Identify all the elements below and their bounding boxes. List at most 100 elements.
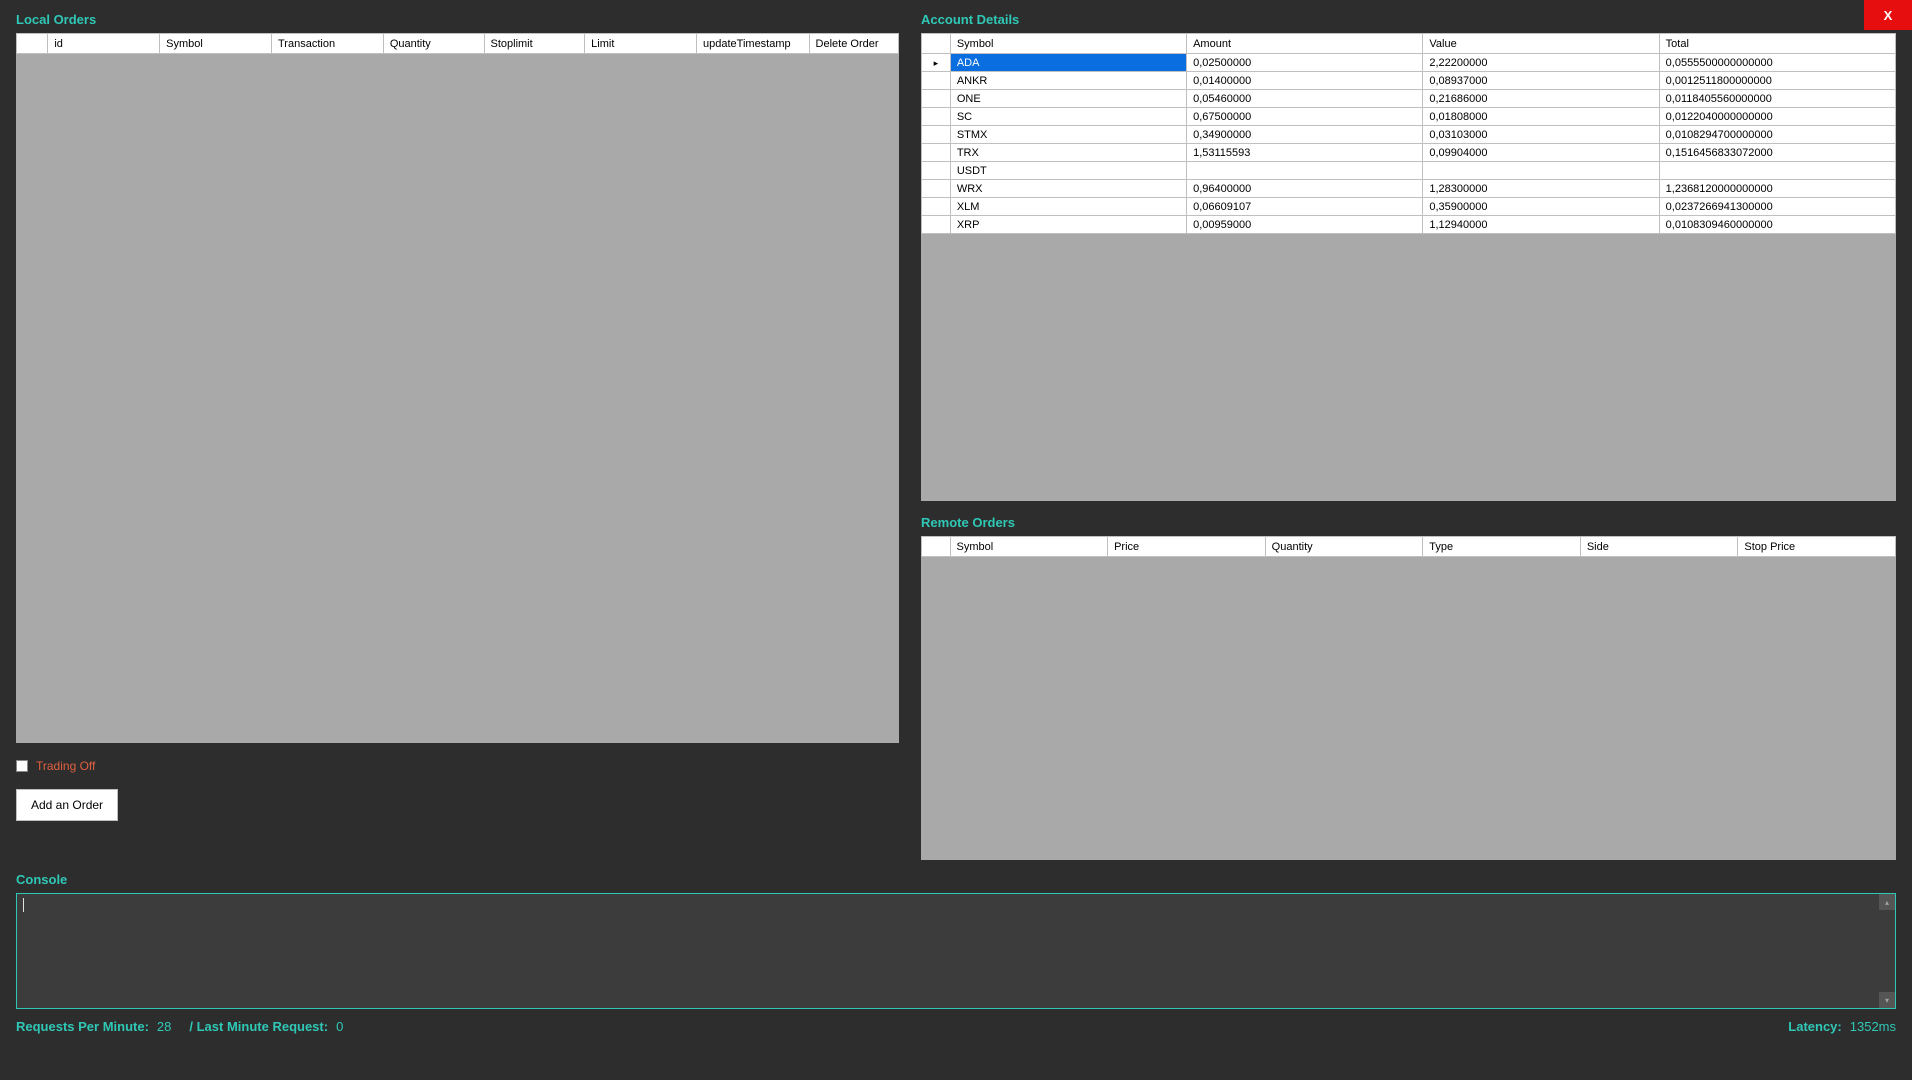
cell-amount[interactable] [1187,162,1423,180]
cell-value[interactable]: 2,22200000 [1423,54,1659,72]
cell-total[interactable]: 0,0237266941300000 [1659,198,1895,216]
row-selector[interactable] [922,162,951,180]
cell-total[interactable]: 0,0108309460000000 [1659,216,1895,234]
cell-total[interactable]: 0,0108294700000000 [1659,126,1895,144]
col-transaction[interactable]: Transaction [272,34,384,54]
table-row[interactable]: XLM0,066091070,359000000,023726694130000… [922,198,1896,216]
cell-total[interactable]: 0,0555500000000000 [1659,54,1895,72]
row-selector[interactable] [922,72,951,90]
trading-toggle-label: Trading Off [36,759,95,773]
cell-total[interactable] [1659,162,1895,180]
remote-orders-grid[interactable]: Symbol Price Quantity Type Side Stop Pri… [921,536,1896,860]
cell-symbol[interactable]: STMX [950,126,1186,144]
remote-orders-title: Remote Orders [921,515,1896,530]
account-details-grid[interactable]: Symbol Amount Value Total ▸ ADA0,02500000… [921,33,1896,501]
col-id[interactable]: id [48,34,160,54]
status-bar: Requests Per Minute: 28 / Last Minute Re… [16,1019,1896,1034]
col-symbol[interactable]: Symbol [950,34,1186,54]
console-title: Console [16,872,1896,887]
cell-amount[interactable]: 0,67500000 [1187,108,1423,126]
cell-symbol[interactable]: ONE [950,90,1186,108]
row-selector[interactable]: ▸ [922,54,951,72]
col-type[interactable]: Type [1423,537,1581,557]
cell-symbol[interactable]: WRX [950,180,1186,198]
row-selector[interactable] [922,216,951,234]
latency-label: Latency: [1788,1019,1841,1034]
table-row[interactable]: SC0,675000000,018080000,0122040000000000 [922,108,1896,126]
cell-value[interactable]: 0,03103000 [1423,126,1659,144]
table-row[interactable]: USDT [922,162,1896,180]
cell-amount[interactable]: 0,96400000 [1187,180,1423,198]
table-row[interactable]: TRX1,531155930,099040000,151645683307200… [922,144,1896,162]
col-price[interactable]: Price [1108,537,1266,557]
cell-value[interactable]: 0,01808000 [1423,108,1659,126]
col-quantity[interactable]: Quantity [1265,537,1423,557]
cell-symbol[interactable]: USDT [950,162,1186,180]
scroll-down-icon[interactable]: ▾ [1879,992,1895,1008]
cell-total[interactable]: 1,2368120000000000 [1659,180,1895,198]
col-stop-price[interactable]: Stop Price [1738,537,1896,557]
text-cursor [23,898,24,912]
row-selector-header [17,34,48,54]
col-limit[interactable]: Limit [585,34,697,54]
cell-total[interactable]: 0,1516456833072000 [1659,144,1895,162]
col-stoplimit[interactable]: Stoplimit [484,34,585,54]
cell-value[interactable]: 0,08937000 [1423,72,1659,90]
row-selector[interactable] [922,144,951,162]
cell-amount[interactable]: 1,53115593 [1187,144,1423,162]
col-symbol[interactable]: Symbol [160,34,272,54]
table-row[interactable]: STMX0,349000000,031030000,01082947000000… [922,126,1896,144]
console-scrollbar[interactable]: ▴ ▾ [1879,894,1895,1008]
row-pointer-icon: ▸ [934,58,939,68]
close-button[interactable]: X [1864,0,1912,30]
scroll-up-icon[interactable]: ▴ [1879,894,1895,910]
cell-value[interactable]: 1,28300000 [1423,180,1659,198]
cell-symbol[interactable]: TRX [950,144,1186,162]
cell-symbol[interactable]: ADA [950,54,1186,72]
cell-symbol[interactable]: SC [950,108,1186,126]
table-row[interactable]: ONE0,054600000,216860000,011840556000000… [922,90,1896,108]
col-symbol[interactable]: Symbol [950,537,1108,557]
col-value[interactable]: Value [1423,34,1659,54]
cell-amount[interactable]: 0,34900000 [1187,126,1423,144]
local-orders-grid[interactable]: id Symbol Transaction Quantity Stoplimit… [16,33,899,743]
row-selector-header [922,537,950,557]
col-deleteorder[interactable]: Delete Order [809,34,899,54]
cell-amount[interactable]: 0,01400000 [1187,72,1423,90]
cell-value[interactable]: 0,35900000 [1423,198,1659,216]
cell-symbol[interactable]: ANKR [950,72,1186,90]
col-side[interactable]: Side [1580,537,1738,557]
cell-value[interactable]: 0,09904000 [1423,144,1659,162]
col-quantity[interactable]: Quantity [383,34,484,54]
cell-value[interactable]: 0,21686000 [1423,90,1659,108]
col-amount[interactable]: Amount [1187,34,1423,54]
row-selector[interactable] [922,126,951,144]
table-row[interactable]: ▸ ADA0,025000002,222000000,05555000000000… [922,54,1896,72]
cell-value[interactable] [1423,162,1659,180]
cell-value[interactable]: 1,12940000 [1423,216,1659,234]
row-selector[interactable] [922,90,951,108]
cell-amount[interactable]: 0,00959000 [1187,216,1423,234]
cell-amount[interactable]: 0,06609107 [1187,198,1423,216]
console-textarea[interactable]: ▴ ▾ [16,893,1896,1009]
cell-symbol[interactable]: XRP [950,216,1186,234]
latency-value: 1352ms [1850,1019,1896,1034]
cell-total[interactable]: 0,0118405560000000 [1659,90,1895,108]
cell-symbol[interactable]: XLM [950,198,1186,216]
table-row[interactable]: XRP0,009590001,129400000,010830946000000… [922,216,1896,234]
col-updatetimestamp[interactable]: updateTimestamp [697,34,810,54]
row-selector[interactable] [922,180,951,198]
row-selector[interactable] [922,198,951,216]
cell-total[interactable]: 0,0122040000000000 [1659,108,1895,126]
row-selector[interactable] [922,108,951,126]
table-row[interactable]: ANKR0,014000000,089370000,00125118000000… [922,72,1896,90]
col-total[interactable]: Total [1659,34,1895,54]
trading-toggle[interactable]: Trading Off [16,759,899,773]
local-orders-title: Local Orders [16,12,899,27]
add-order-button[interactable]: Add an Order [16,789,118,821]
cell-amount[interactable]: 0,02500000 [1187,54,1423,72]
cell-amount[interactable]: 0,05460000 [1187,90,1423,108]
trading-checkbox[interactable] [16,760,28,772]
table-row[interactable]: WRX0,964000001,283000001,236812000000000… [922,180,1896,198]
cell-total[interactable]: 0,0012511800000000 [1659,72,1895,90]
